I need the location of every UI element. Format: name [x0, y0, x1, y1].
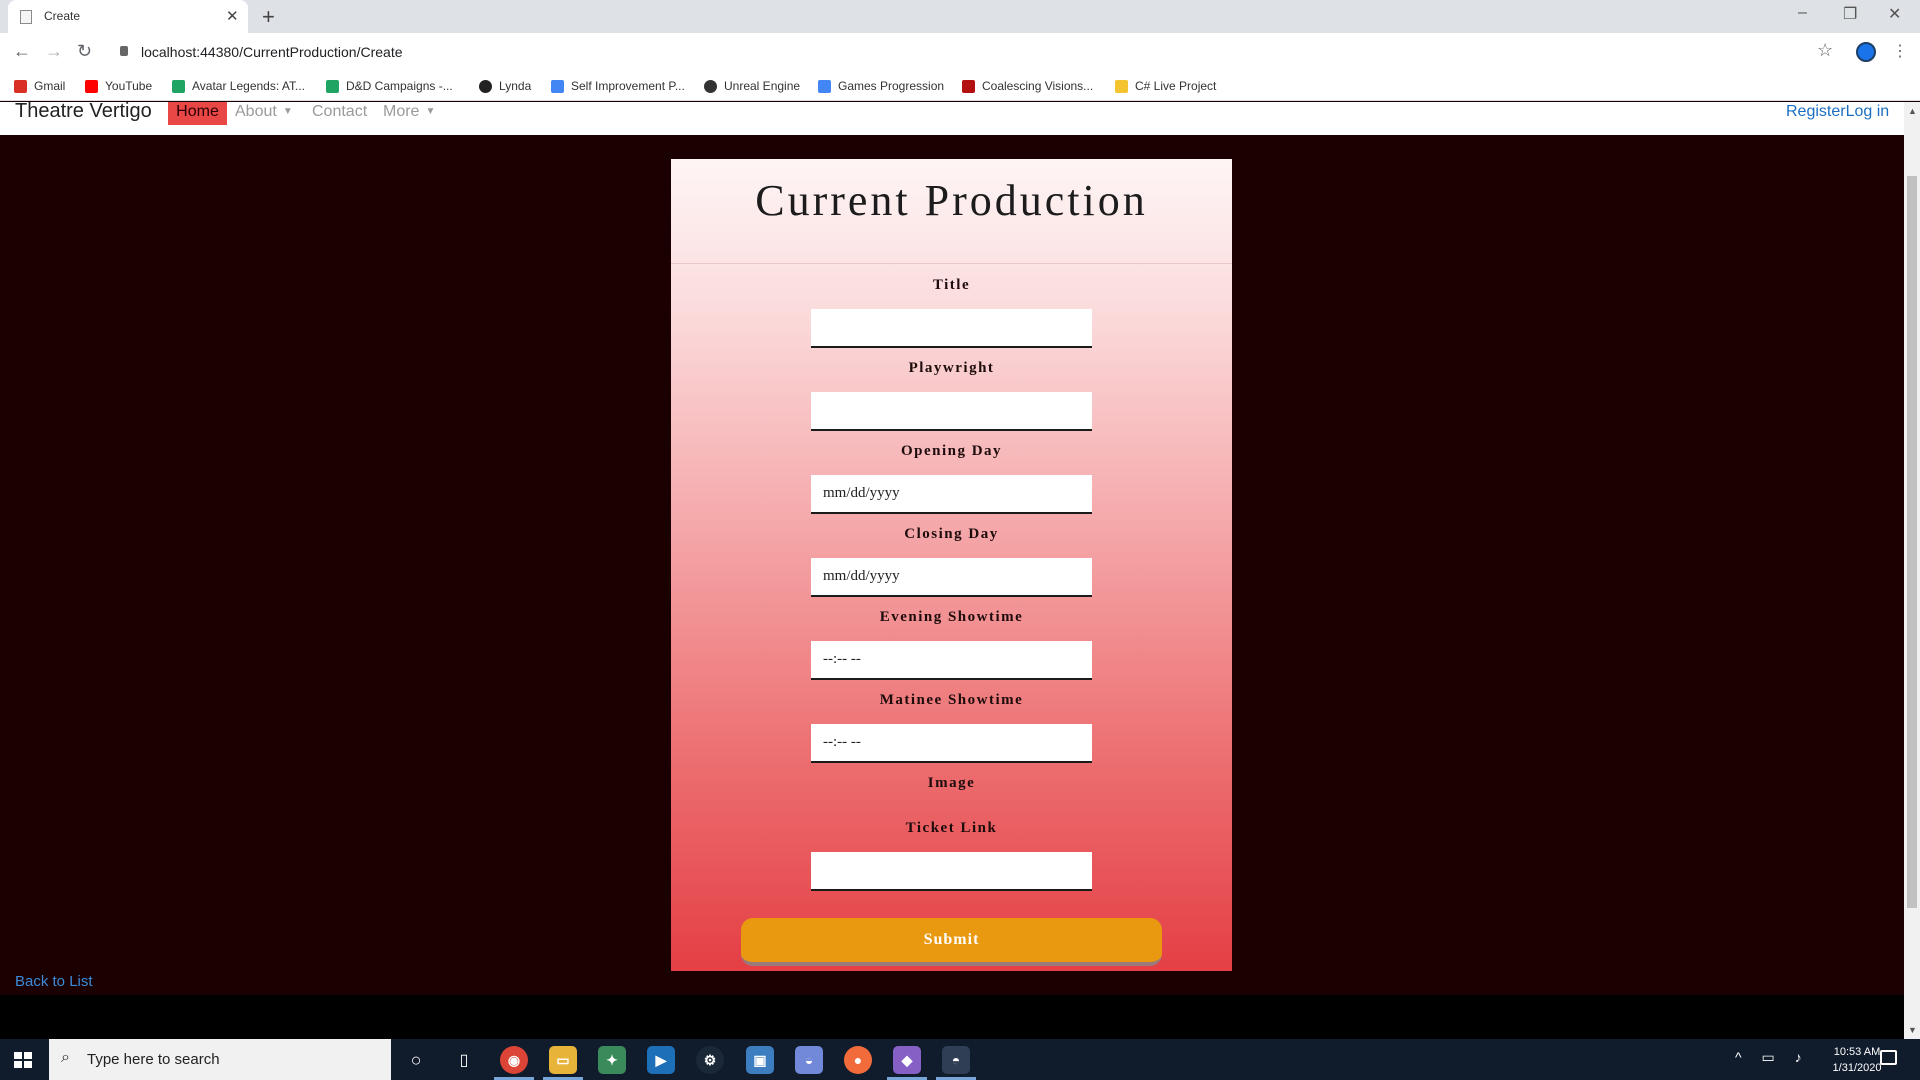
search-icon: ⌕: [61, 1049, 70, 1066]
bookmark-lynda[interactable]: Lynda: [479, 77, 531, 95]
bookmark-youtube[interactable]: YouTube: [85, 77, 152, 95]
page-title: Current Production: [755, 176, 1148, 225]
bookmark-unreal-engine[interactable]: Unreal Engine: [704, 77, 800, 95]
playwright-input[interactable]: [811, 392, 1092, 431]
lock-icon[interactable]: [120, 46, 128, 56]
chevron-down-icon: ▼: [282, 106, 293, 117]
drive-icon: [172, 79, 185, 93]
bookmark-gmail[interactable]: Gmail: [14, 77, 65, 95]
visual-studio-icon[interactable]: ◆: [893, 1046, 921, 1074]
bookmark-star-icon[interactable]: ☆: [1817, 40, 1833, 61]
page-scrollbar[interactable]: ▲ ▼: [1904, 102, 1920, 1039]
remote-desktop-icon[interactable]: ▣: [746, 1046, 774, 1074]
scrollbar-thumb[interactable]: [1907, 176, 1917, 908]
back-to-list-link[interactable]: Back to List: [15, 973, 93, 990]
browser-menu-icon[interactable]: ⋮: [1892, 41, 1908, 61]
closing-day-input[interactable]: [811, 558, 1092, 597]
site-navbar: Theatre Vertigo Home About ▼ Contact More…: [0, 102, 1904, 135]
page-favicon-icon: [20, 10, 32, 24]
discord-icon[interactable]: ◒: [795, 1046, 823, 1074]
browser-tab-strip: Create ✕ + – ❐ ✕: [0, 0, 1920, 33]
ticket-link-input[interactable]: [811, 852, 1092, 891]
opening-day-label: Opening Day: [900, 443, 1003, 459]
docs-icon: [551, 79, 564, 93]
folder-icon: [1115, 79, 1128, 93]
bookmark-csharp-live-project[interactable]: C# Live Project: [1115, 77, 1216, 95]
divider: [671, 263, 1232, 264]
nav-contact[interactable]: Contact: [312, 102, 367, 122]
lynda-icon: [479, 79, 492, 93]
nav-about[interactable]: About ▼: [235, 102, 293, 122]
new-tab-icon[interactable]: +: [262, 4, 275, 30]
app-icon[interactable]: ◓: [942, 1046, 970, 1074]
browser-tab[interactable]: Create ✕: [8, 0, 248, 33]
chevron-down-icon: ▼: [425, 106, 436, 117]
site-brand[interactable]: Theatre Vertigo: [15, 102, 152, 123]
visual-studio-installer-icon[interactable]: ▶: [647, 1046, 675, 1074]
minimize-icon[interactable]: –: [1798, 4, 1807, 22]
nav-home[interactable]: Home: [168, 102, 227, 125]
matinee-showtime-input[interactable]: [811, 724, 1092, 763]
taskbar-search-placeholder: Type here to search: [87, 1051, 220, 1068]
evening-showtime-label: Evening Showtime: [879, 609, 1024, 625]
address-bar-row: ← → ↻ localhost:44380/CurrentProduction/…: [0, 33, 1920, 71]
drive-icon: [326, 79, 339, 93]
bookmark-games-progression[interactable]: Games Progression: [818, 77, 944, 95]
gmail-icon: [14, 79, 27, 93]
page-viewport: Theatre Vertigo Home About ▼ Contact More…: [0, 102, 1920, 1039]
bookmark-self-improvement[interactable]: Self Improvement P...: [551, 77, 685, 95]
task-view-icon[interactable]: ▯: [450, 1046, 478, 1074]
bookmark-coalescing-visions[interactable]: Coalescing Visions...: [962, 77, 1093, 95]
scroll-down-icon[interactable]: ▼: [1908, 1025, 1917, 1035]
opening-day-input[interactable]: [811, 475, 1092, 514]
title-label: Title: [932, 277, 971, 293]
close-window-icon[interactable]: ✕: [1888, 4, 1901, 24]
matinee-showtime-label: Matinee Showtime: [879, 692, 1024, 708]
forward-arrow-icon[interactable]: →: [45, 41, 63, 62]
windows-taskbar: ⌕ Type here to search ○ ▯ ◉ ▭ ✦ ▶ ⚙ ▣ ◒ …: [0, 1039, 1920, 1080]
profile-avatar-icon[interactable]: [1856, 42, 1876, 62]
ticket-link-label: Ticket Link: [905, 820, 998, 836]
tab-title: Create: [44, 9, 81, 23]
chrome-icon[interactable]: ◉: [500, 1046, 528, 1074]
dragon-icon: [962, 79, 975, 93]
site-footer: [0, 995, 1904, 1039]
image-label: Image: [927, 775, 976, 791]
steam-icon[interactable]: ⚙: [696, 1046, 724, 1074]
action-center-icon[interactable]: [1880, 1050, 1897, 1065]
restore-icon[interactable]: ❐: [1843, 4, 1857, 24]
system-tray-icons[interactable]: ^ ▭ ♪: [1735, 1049, 1810, 1066]
evening-showtime-input[interactable]: [811, 641, 1092, 680]
url-field[interactable]: localhost:44380/CurrentProduction/Create: [141, 44, 403, 60]
close-tab-icon[interactable]: ✕: [226, 7, 239, 25]
create-production-form: Current Production Title Playwright Open…: [671, 159, 1232, 971]
bookmark-avatar-legends[interactable]: Avatar Legends: AT...: [172, 77, 305, 95]
closing-day-label: Closing Day: [904, 526, 999, 542]
title-input[interactable]: [811, 309, 1092, 348]
taskbar-search-box[interactable]: ⌕ Type here to search: [49, 1039, 391, 1080]
docs-icon: [818, 79, 831, 93]
unreal-icon: [704, 79, 717, 93]
playwright-label: Playwright: [908, 360, 995, 376]
bookmarks-bar: Gmail YouTube Avatar Legends: AT... D&D …: [0, 71, 1920, 101]
youtube-icon: [85, 79, 98, 93]
bookmark-dnd-campaigns[interactable]: D&D Campaigns -...: [326, 77, 453, 95]
reload-icon[interactable]: ↻: [77, 41, 92, 62]
app-icon[interactable]: ✦: [598, 1046, 626, 1074]
submit-button[interactable]: Submit: [741, 918, 1162, 966]
nav-register-login[interactable]: RegisterLog in: [1786, 102, 1889, 122]
nav-more[interactable]: More ▼: [383, 102, 435, 122]
windows-start-icon[interactable]: [14, 1052, 32, 1068]
cortana-icon[interactable]: ○: [402, 1046, 430, 1074]
back-arrow-icon[interactable]: ←: [13, 41, 31, 62]
file-explorer-icon[interactable]: ▭: [549, 1046, 577, 1074]
scroll-up-icon[interactable]: ▲: [1908, 106, 1917, 116]
app-icon[interactable]: ●: [844, 1046, 872, 1074]
